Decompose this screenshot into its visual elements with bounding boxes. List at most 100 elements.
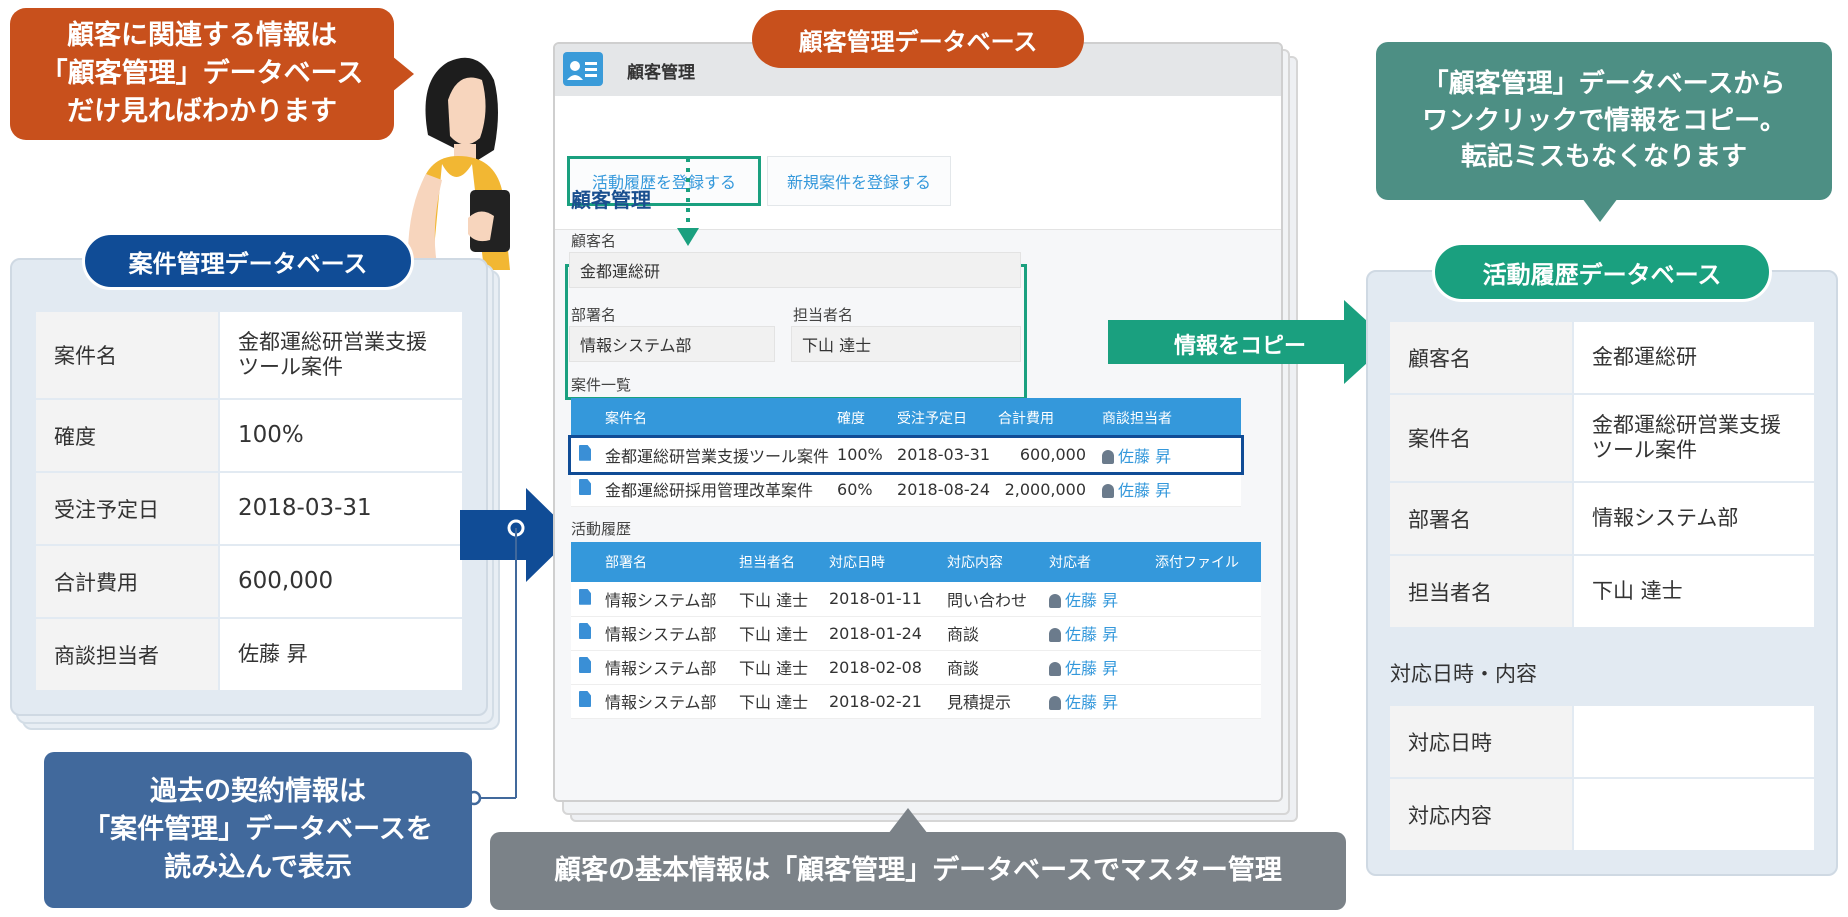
column-header: 商談担当者 [1094, 398, 1241, 438]
copy-arrow-label: 情報をコピー [1173, 334, 1306, 359]
customer-name-field: 金都運総研 [569, 252, 1021, 288]
table-cell: 下山 達士 [731, 650, 821, 685]
column-header: 合計費用 [990, 398, 1094, 438]
user-name: 佐藤 昇 [1065, 659, 1119, 678]
table-cell: 2018-01-24 [821, 616, 939, 651]
table-row: 対応内容 [1388, 777, 1816, 852]
column-header: 担当者名 [731, 542, 821, 582]
table-row: 顧客名 金都運総研 [1388, 320, 1816, 395]
table-cell: 商談 [939, 650, 1041, 685]
value-line: 金都運総研営業支援 [1592, 412, 1781, 437]
user-name: 佐藤 昇 [1118, 481, 1172, 500]
right-response-table: 対応日時 対応内容 [1388, 704, 1816, 852]
table-row[interactable]: 情報システム部 下山 達士 2018-01-11 問い合わせ 佐藤 昇 [571, 582, 1261, 617]
user-link[interactable]: 佐藤 昇 [1041, 582, 1147, 617]
field-value: 600,000 [218, 544, 464, 619]
scroll-fade [555, 760, 1281, 800]
table-row: 部署名 情報システム部 [1388, 481, 1816, 556]
avatar-icon [1049, 593, 1061, 608]
callout-line: 「顧客管理」データベース [40, 58, 364, 90]
table-row[interactable]: 情報システム部 下山 達士 2018-01-24 商談 佐藤 昇 [571, 616, 1261, 651]
table-cell: 情報システム部 [597, 616, 731, 651]
table-row[interactable]: 情報システム部 下山 達士 2018-02-21 見積提示 佐藤 昇 [571, 684, 1261, 719]
avatar-icon [1049, 696, 1061, 710]
table-row[interactable]: 金都運総研採用管理改革案件 60% 2018-08-24 2,000,000 佐… [571, 472, 1241, 507]
field-value: 下山 達士 [1572, 554, 1816, 629]
column-header: 対応日時 [821, 542, 939, 582]
table-cell [1147, 650, 1261, 685]
right-section-label: 対応日時・内容 [1390, 662, 1537, 686]
table-row: 確度 100% [34, 398, 464, 473]
user-name: 佐藤 昇 [1065, 625, 1119, 644]
document-icon[interactable] [571, 438, 597, 473]
right-db-label: 活動履歴データベース [1432, 242, 1772, 302]
table-cell: 情報システム部 [597, 684, 731, 719]
table-cell [1147, 582, 1261, 617]
callout-past-contracts: 過去の契約情報は 「案件管理」データベースを 読み込んで表示 [44, 752, 472, 908]
document-icon[interactable] [571, 582, 597, 617]
avatar-icon [1102, 449, 1114, 464]
user-link[interactable]: 佐藤 昇 [1041, 616, 1147, 651]
table-row[interactable]: 情報システム部 下山 達士 2018-02-08 商談 佐藤 昇 [571, 650, 1261, 685]
user-link[interactable]: 佐藤 昇 [1094, 472, 1241, 507]
table-cell: 2018-01-11 [821, 582, 939, 617]
field-label: 担当者名 [1388, 554, 1574, 629]
deal-list-title: 案件一覧 [571, 376, 632, 394]
table-row: 対応日時 [1388, 704, 1816, 779]
contact-person-label: 担当者名 [793, 306, 854, 324]
section-title: 顧客管理 [571, 188, 651, 212]
table-cell: 下山 達士 [731, 684, 821, 719]
field-value: 金都運総研営業支援 ツール案件 [1572, 393, 1816, 483]
field-label: 受注予定日 [34, 471, 220, 546]
field-value: 100% [218, 398, 464, 473]
field-value: 金都運総研営業支援 ツール案件 [218, 310, 464, 400]
register-deal-button[interactable]: 新規案件を登録する [767, 156, 951, 206]
table-row: 合計費用 600,000 [34, 544, 464, 619]
table-cell [1147, 684, 1261, 719]
user-link[interactable]: 佐藤 昇 [1041, 684, 1147, 719]
document-icon[interactable] [571, 650, 597, 685]
table-cell: 600,000 [990, 438, 1094, 473]
callout-customer-info: 顧客に関連する情報は 「顧客管理」データベース だけ見ればわかります [10, 8, 394, 140]
customer-app-window: 顧客管理 活動履歴を登録する 新規案件を登録する 顧客管理 顧客名 金都運総研 … [553, 42, 1283, 802]
table-row: 案件名 金都運総研営業支援 ツール案件 [34, 310, 464, 400]
field-value [1572, 777, 1816, 852]
department-label: 部署名 [571, 306, 617, 324]
table-cell [1147, 616, 1261, 651]
callout-tail [1582, 198, 1618, 222]
table-row: 担当者名 下山 達士 [1388, 554, 1816, 629]
activity-history-table: 部署名 担当者名 対応日時 対応内容 対応者 添付ファイル 情報システム部 下山… [571, 542, 1261, 719]
table-row: 受注予定日 2018-03-31 [34, 471, 464, 546]
field-label: 商談担当者 [34, 617, 220, 692]
column-header: 添付ファイル [1147, 542, 1261, 582]
field-label: 合計費用 [34, 544, 220, 619]
user-link[interactable]: 佐藤 昇 [1041, 650, 1147, 685]
document-icon[interactable] [571, 472, 597, 507]
table-cell: 2018-02-21 [821, 684, 939, 719]
dotted-arrow-down-icon [677, 158, 699, 246]
table-cell: 2018-08-24 [889, 472, 990, 507]
user-link[interactable]: 佐藤 昇 [1094, 438, 1241, 473]
column-header: 確度 [829, 398, 890, 438]
table-cell: 下山 達士 [731, 582, 821, 617]
callout-tail [888, 808, 928, 834]
connector-line [466, 528, 517, 806]
avatar-icon [1049, 628, 1061, 642]
column-header [571, 542, 597, 582]
document-icon[interactable] [571, 684, 597, 719]
table-cell: 見積提示 [939, 684, 1041, 719]
table-row[interactable]: 金都運総研営業支援ツール案件 100% 2018-03-31 600,000 佐… [568, 435, 1244, 475]
table-cell: 情報システム部 [597, 650, 731, 685]
callout-line: 過去の契約情報は [150, 776, 366, 808]
table-cell: 問い合わせ [939, 582, 1041, 617]
callout-line: 顧客に関連する情報は [67, 20, 337, 52]
avatar-icon [1102, 484, 1114, 498]
callout-line: 転記ミスもなくなります [1460, 142, 1747, 173]
field-value: 情報システム部 [1572, 481, 1816, 556]
person-illustration [407, 57, 510, 270]
document-icon[interactable] [571, 616, 597, 651]
callout-line: ワンクリックで情報をコピー。 [1422, 105, 1786, 136]
field-label: 部署名 [1388, 481, 1574, 556]
table-cell: 下山 達士 [731, 616, 821, 651]
callout-line: 顧客の基本情報は「顧客管理」データベースでマスター管理 [554, 855, 1282, 887]
